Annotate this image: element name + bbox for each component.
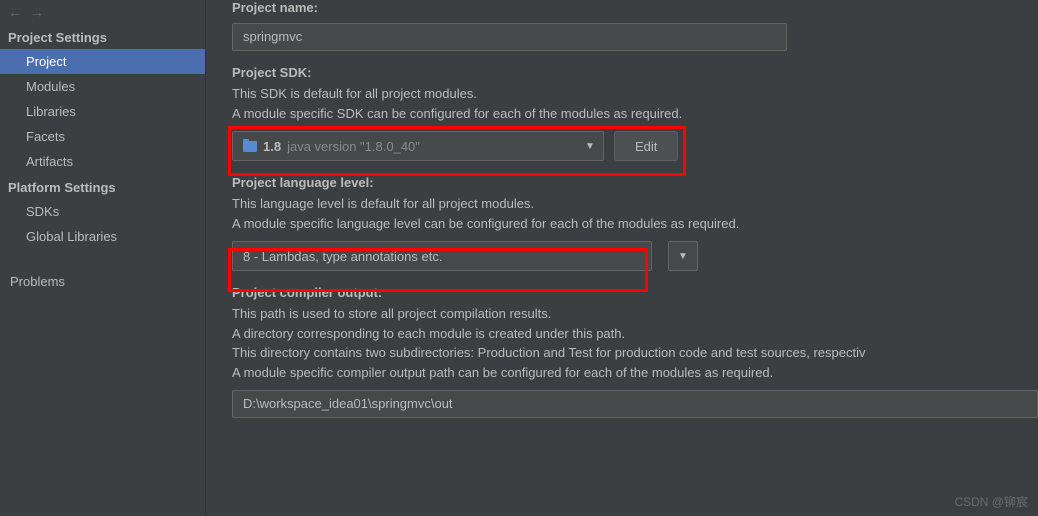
forward-arrow-icon[interactable]: → xyxy=(30,4,44,20)
language-level-dropdown[interactable]: 8 - Lambdas, type annotations etc. xyxy=(232,241,652,271)
sidebar-item-modules[interactable]: Modules xyxy=(0,74,205,99)
project-sdk-dropdown[interactable]: 1.8 java version "1.8.0_40" ▼ xyxy=(232,131,604,161)
lang-level-label: Project language level: xyxy=(232,175,1038,190)
chevron-down-icon: ▼ xyxy=(577,141,603,152)
sidebar-item-facets[interactable]: Facets xyxy=(0,124,205,149)
section-project-settings: Project Settings xyxy=(0,24,205,49)
sdk-desc1: This SDK is default for all project modu… xyxy=(232,84,1038,104)
lang-desc1: This language level is default for all p… xyxy=(232,194,1038,214)
compiler-output-input[interactable]: D:\workspace_idea01\springmvc\out xyxy=(232,390,1038,418)
compiler-desc4: A module specific compiler output path c… xyxy=(232,363,1038,383)
sidebar-item-global-libraries[interactable]: Global Libraries xyxy=(0,224,205,249)
lang-level-value: 8 - Lambdas, type annotations etc. xyxy=(243,249,442,264)
main-panel: Project name: springmvc Project SDK: Thi… xyxy=(206,0,1038,516)
project-name-label: Project name: xyxy=(232,0,1038,15)
nav-arrows: ← → xyxy=(0,0,205,24)
sdk-version: 1.8 xyxy=(263,139,281,154)
edit-button[interactable]: Edit xyxy=(614,131,678,161)
folder-icon xyxy=(243,141,257,152)
compiler-desc2: A directory corresponding to each module… xyxy=(232,324,1038,344)
sidebar-item-libraries[interactable]: Libraries xyxy=(0,99,205,124)
project-sdk-label: Project SDK: xyxy=(232,65,1038,80)
sidebar-item-problems[interactable]: Problems xyxy=(0,269,205,294)
sidebar-item-sdks[interactable]: SDKs xyxy=(0,199,205,224)
section-platform-settings: Platform Settings xyxy=(0,174,205,199)
project-name-input[interactable]: springmvc xyxy=(232,23,787,51)
sidebar-item-artifacts[interactable]: Artifacts xyxy=(0,149,205,174)
watermark: CSDN @铆宸 xyxy=(954,493,1028,510)
back-arrow-icon[interactable]: ← xyxy=(8,4,22,20)
sidebar: ← → Project Settings Project Modules Lib… xyxy=(0,0,206,516)
sidebar-item-project[interactable]: Project xyxy=(0,49,205,74)
chevron-down-icon: ▼ xyxy=(670,251,696,262)
language-level-arrow[interactable]: ▼ xyxy=(668,241,698,271)
sdk-desc2: A module specific SDK can be configured … xyxy=(232,104,1038,124)
compiler-output-label: Project compiler output: xyxy=(232,285,1038,300)
compiler-desc3: This directory contains two subdirectori… xyxy=(232,343,1038,363)
compiler-desc1: This path is used to store all project c… xyxy=(232,304,1038,324)
lang-desc2: A module specific language level can be … xyxy=(232,214,1038,234)
sdk-detail: java version "1.8.0_40" xyxy=(287,139,420,154)
